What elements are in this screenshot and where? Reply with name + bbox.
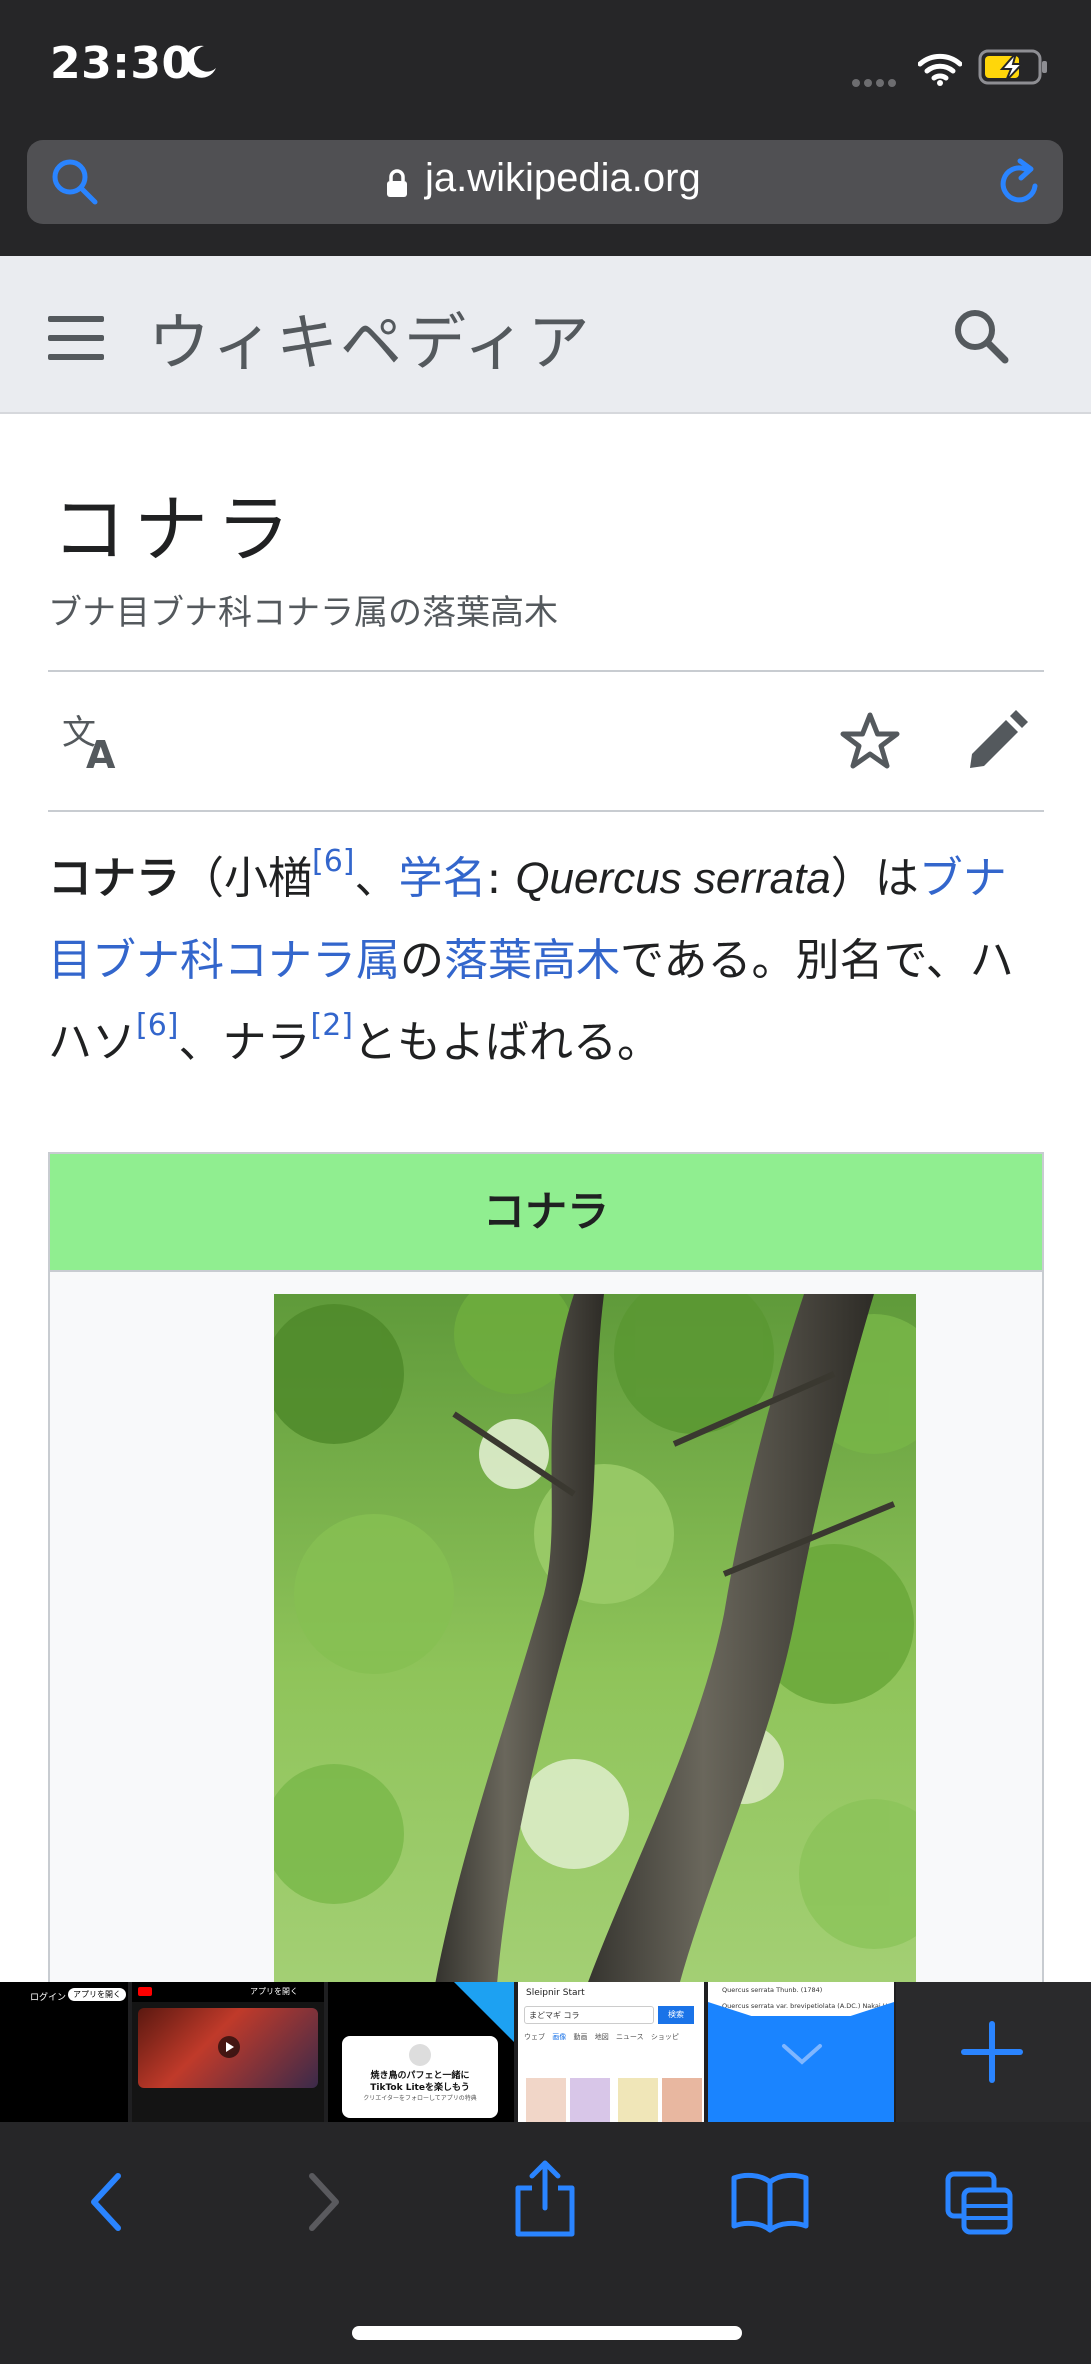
status-time: 23:30	[50, 38, 193, 89]
lead-text: ともよばれる。	[353, 1017, 661, 1068]
lead-text: の	[400, 935, 444, 986]
tab-thumbnail[interactable]: アプリを開く	[132, 1982, 328, 2122]
tree-photo[interactable]	[274, 1294, 916, 2054]
bookmarks-icon[interactable]	[730, 2170, 810, 2234]
tab-open-app-label: アプリを開く	[68, 1988, 126, 2001]
reload-icon[interactable]	[995, 156, 1043, 208]
wifi-icon	[918, 53, 962, 86]
new-tab-button[interactable]	[896, 1982, 1091, 2122]
plus-icon[interactable]	[958, 2018, 1026, 2086]
tab-promo-line1: 焼き鳥のパフェと一緒に	[370, 2071, 470, 2081]
divider	[48, 670, 1044, 672]
tab-promo-line2: TikTok Liteを楽しもう	[370, 2083, 470, 2093]
forward-icon[interactable]	[294, 2170, 350, 2234]
home-indicator[interactable]	[352, 2326, 742, 2340]
tab-thumbnail[interactable]: ログイン アプリを開く	[0, 1982, 132, 2122]
lead-text: :	[486, 853, 516, 904]
share-icon[interactable]	[510, 2158, 580, 2238]
tab-search-button: 検索	[658, 2006, 694, 2024]
language-icon[interactable]: 文 A	[60, 712, 126, 772]
tab-thumbnail[interactable]: Sleipnir Start まどマギ コラ 検索 ウェブ 画像 動画 地図 ニ…	[518, 1982, 708, 2122]
scientific-name: Quercus serrata	[515, 854, 831, 903]
tab-thumbnail[interactable]: 焼き鳥のパフェと一緒に TikTok Liteを楽しもう クリエイターをフォロー…	[328, 1982, 518, 2122]
tab-nav-item: 地図	[594, 2033, 609, 2041]
page-subtitle: ブナ目ブナ科コナラ属の落葉高木	[48, 593, 558, 633]
reference-link[interactable]: [2]	[311, 1008, 354, 1043]
tab-promo-line3: クリエイターをフォローしてアプリの特典	[363, 2095, 477, 2102]
lead-text: 、	[354, 853, 399, 904]
tab-open-app-label: アプリを開く	[250, 1987, 298, 1996]
divider	[48, 810, 1044, 812]
tab-nav-item: ショッピ	[650, 2033, 679, 2041]
chevron-down-icon[interactable]	[780, 2040, 824, 2068]
wikipedia-wordmark[interactable]: ウィキペディア	[148, 292, 592, 382]
battery-charging-icon	[978, 49, 1047, 85]
tab-sleipnir-title: Sleipnir Start	[526, 1988, 585, 1998]
page-title: コナラ	[52, 487, 298, 573]
reference-link[interactable]: [6]	[312, 844, 355, 879]
search-icon[interactable]	[951, 306, 1011, 366]
tabs-icon[interactable]	[944, 2170, 1016, 2238]
reference-link[interactable]: [6]	[136, 1008, 179, 1043]
lead-text: 、ナラ	[178, 1017, 311, 1068]
article-term: コナラ	[48, 853, 180, 904]
infobox: コナラ	[48, 1152, 1044, 2056]
tab-nav-item: ニュース	[615, 2033, 644, 2041]
lead-text: ）は	[830, 853, 919, 904]
wiki-header: ウィキペディア	[0, 256, 1091, 414]
lead-paragraph: コナラ（小楢[6]、学名: Quercus serrata）はブナ目ブナ科コナラ…	[48, 838, 1048, 1084]
infobox-title: コナラ	[50, 1154, 1042, 1272]
tab-thumbnail[interactable]: Quercus serrata Thunb. (1784) Quercus se…	[708, 1982, 898, 2122]
moon-icon	[185, 45, 216, 78]
lead-text: （小楢	[180, 853, 312, 904]
lock-icon	[387, 169, 407, 197]
tab-login-label: ログイン	[30, 1993, 67, 2003]
tab-wiki-line1: Quercus serrata Thunb. (1784)	[722, 1986, 823, 1994]
address-bar[interactable]: ja.wikipedia.org	[27, 140, 1063, 224]
svg-text:A: A	[86, 733, 116, 772]
tab-nav-item: 動画	[573, 2033, 588, 2041]
browser-top-chrome: 23:30 ja.wikipedia.org	[0, 0, 1091, 256]
back-icon[interactable]	[80, 2170, 136, 2234]
play-icon	[218, 2036, 240, 2058]
search-icon[interactable]	[49, 156, 101, 208]
star-icon[interactable]	[838, 710, 902, 774]
link-gakumei[interactable]: 学名	[399, 853, 487, 904]
cellular-signal-icon	[852, 72, 900, 91]
tab-search-query: まどマギ コラ	[524, 2006, 654, 2024]
edit-icon[interactable]	[964, 710, 1028, 774]
url-text[interactable]: ja.wikipedia.org	[425, 156, 701, 201]
menu-icon[interactable]	[48, 316, 104, 360]
tab-nav-item: ウェブ	[524, 2033, 545, 2041]
link-deciduous-tree[interactable]: 落葉高木	[444, 935, 620, 986]
tab-strip: ログイン アプリを開く アプリを開く 焼き鳥のパフェと一緒に TikTok Li…	[0, 1982, 1091, 2122]
tab-nav-item: 画像	[552, 2033, 567, 2041]
